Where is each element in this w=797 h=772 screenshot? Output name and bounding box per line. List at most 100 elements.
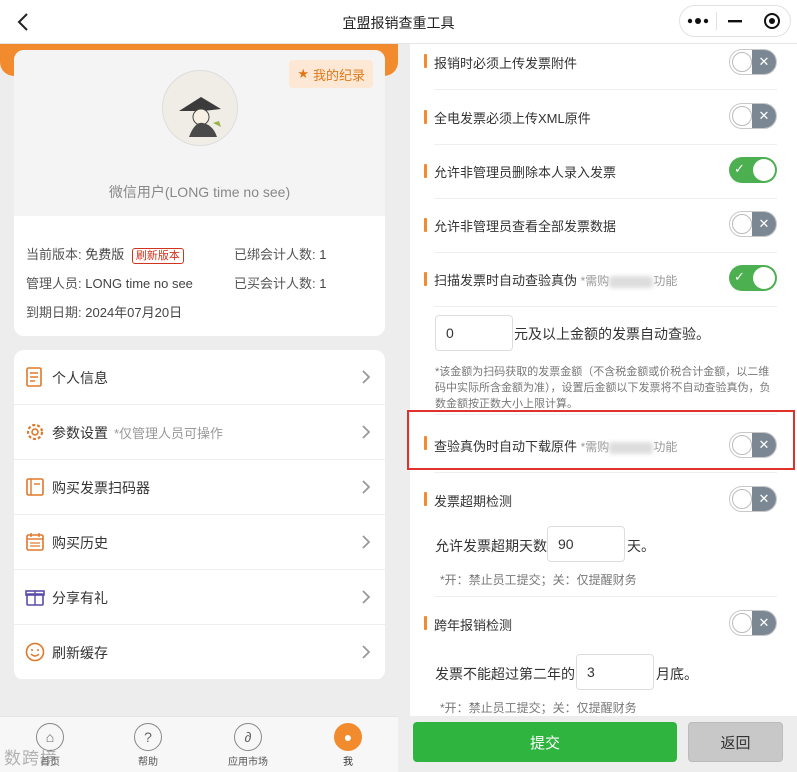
row-marker — [424, 54, 427, 68]
gift-icon — [25, 590, 45, 606]
toggle-knob — [732, 52, 752, 72]
menu-item-label: 个人信息 — [52, 370, 108, 386]
setting-row-overdue-check: 发票超期检测 ✕ — [410, 484, 797, 514]
row-marker — [424, 164, 427, 178]
chevron-right-icon — [362, 590, 371, 604]
toggle-knob — [732, 435, 752, 455]
return-button[interactable]: 返回 — [688, 722, 783, 762]
username: 微信用户(LONG time no see) — [108, 184, 291, 200]
calendar-icon — [26, 533, 44, 551]
row-marker — [424, 110, 427, 124]
toggle-auto-verify[interactable]: ✓ — [729, 265, 777, 291]
toggle-knob — [732, 489, 752, 509]
toggle-require-xml[interactable]: ✕ — [729, 103, 777, 129]
window-title: 宜盟报销查重工具 — [342, 15, 455, 31]
row-divider — [434, 252, 777, 253]
cross-year-month-input[interactable]: 3 — [576, 654, 654, 690]
setting-label: 扫描发票时自动查验真伪 *需购 功能 — [434, 270, 677, 289]
setting-label: 发票超期检测 — [434, 494, 513, 509]
close-target-icon[interactable] — [754, 6, 790, 36]
cross-year-label: 发票不能超过第二年的 — [435, 666, 575, 682]
setting-title: 扫描发票时自动查验真伪 — [434, 273, 578, 288]
tab-help[interactable]: ? 帮助 — [118, 723, 178, 768]
minimize-icon[interactable] — [717, 6, 753, 36]
submit-button[interactable]: 提交 — [413, 722, 677, 762]
toggle-view-all[interactable]: ✕ — [729, 211, 777, 237]
tab-me[interactable]: ● 我 — [318, 723, 378, 768]
menu-item-label: 刷新缓存 — [52, 645, 108, 661]
overdue-days-input[interactable]: 90 — [547, 526, 625, 562]
row-divider — [434, 198, 777, 199]
row-divider — [434, 414, 777, 415]
menu-item-purchase-history[interactable]: 购买历史 — [14, 515, 385, 570]
admin-value: LONG time no see — [85, 276, 193, 291]
menu-item-parameter-settings[interactable]: 参数设置 *仅管理人员可操作 — [14, 405, 385, 460]
profile-card: ★ 我的纪录 微信用户(LONG time no see) 当前版本: 免费版 … — [14, 50, 385, 336]
menu-item-label: 购买历史 — [52, 535, 108, 551]
chevron-right-icon — [362, 425, 371, 439]
setting-row-view-all: 允许非管理员查看全部发票数据 ✕ — [410, 208, 797, 252]
bound-count-info: 已绑会计人数: 1 — [234, 244, 326, 263]
version-label: 当前版本: — [26, 247, 82, 262]
refresh-version-button[interactable]: 刷新版本 — [131, 248, 184, 264]
hint-suffix: 功能 — [653, 440, 678, 454]
settings-pane: 报销时必须上传发票附件 ✕ 全电发票必须上传XML原件 ✕ 允许非管理员删除本人… — [410, 44, 797, 716]
document-icon — [26, 367, 42, 387]
row-divider — [434, 89, 777, 90]
tab-label: 我 — [343, 757, 353, 768]
bought-count-info: 已买会计人数: 1 — [234, 273, 326, 292]
setting-label: 全电发票必须上传XML原件 — [434, 111, 591, 126]
setting-row-auto-download: 查验真伪时自动下载原件 *需购 功能 ✕ — [410, 424, 797, 468]
overdue-days-label: 允许发票超期天数 — [435, 538, 547, 554]
toggle-overdue-check[interactable]: ✕ — [729, 486, 777, 512]
row-divider — [434, 472, 777, 473]
toggle-require-attachment[interactable]: ✕ — [729, 49, 777, 75]
toggle-knob — [732, 613, 752, 633]
chevron-right-icon — [362, 645, 371, 659]
hint-prefix: *需购 — [580, 440, 610, 454]
my-records-button[interactable]: ★ 我的纪录 — [289, 60, 373, 88]
menu-item-label: 分享有礼 — [52, 590, 108, 606]
menu-item-share-gift[interactable]: 分享有礼 — [14, 570, 385, 625]
x-icon: ✕ — [752, 212, 776, 236]
menu-item-personal-info[interactable]: 个人信息 — [14, 350, 385, 405]
toggle-knob — [732, 214, 752, 234]
menu-item-title: 参数设置 — [52, 425, 108, 441]
admin-label: 管理人员: — [26, 276, 82, 291]
expiry-value: 2024年07月20日 — [85, 305, 183, 320]
chevron-right-icon — [362, 535, 371, 549]
setting-label: 允许非管理员查看全部发票数据 — [434, 219, 617, 234]
toggle-auto-download[interactable]: ✕ — [729, 432, 777, 458]
setting-label: 允许非管理员删除本人录入发票 — [434, 165, 617, 180]
menu-item-refresh-cache[interactable]: 刷新缓存 — [14, 625, 385, 680]
tab-app-market[interactable]: ∂ 应用市场 — [218, 723, 278, 768]
menu-item-buy-scanner[interactable]: 购买发票扫码器 — [14, 460, 385, 515]
more-dots-icon[interactable] — [680, 6, 716, 36]
expiry-label: 到期日期: — [26, 305, 82, 320]
setting-label: 查验真伪时自动下载原件 *需购 功能 — [434, 436, 677, 455]
title-bar: 宜盟报销查重工具 — [0, 0, 797, 44]
x-icon: ✕ — [752, 611, 776, 635]
row-marker — [424, 218, 427, 232]
setting-row-allow-delete: 允许非管理员删除本人录入发票 ✓ — [410, 154, 797, 198]
setting-hint: *需购 功能 — [581, 440, 678, 454]
book-icon — [26, 478, 44, 496]
smile-icon — [25, 642, 45, 662]
version-value: 免费版 — [85, 247, 125, 262]
chevron-right-icon — [362, 370, 371, 384]
avatar[interactable] — [162, 70, 238, 146]
blurred-text — [609, 441, 654, 454]
cross-year-note: *开：禁止员工提交；关：仅提醒财务 — [440, 701, 637, 715]
chevron-right-icon — [362, 480, 371, 494]
x-icon: ✕ — [752, 487, 776, 511]
my-records-label: 我的纪录 — [312, 67, 365, 83]
setting-title: 查验真伪时自动下载原件 — [434, 439, 578, 454]
question-icon: ? — [134, 723, 162, 751]
mini-program-capsule — [679, 5, 791, 37]
toggle-allow-delete[interactable]: ✓ — [729, 157, 777, 183]
toggle-cross-year[interactable]: ✕ — [729, 610, 777, 636]
admin-info: 管理人员: LONG time no see — [26, 273, 193, 292]
x-icon: ✕ — [752, 433, 776, 457]
menu-item-subtitle: *仅管理人员可操作 — [114, 426, 224, 441]
amount-threshold-input[interactable]: 0 — [435, 315, 513, 351]
